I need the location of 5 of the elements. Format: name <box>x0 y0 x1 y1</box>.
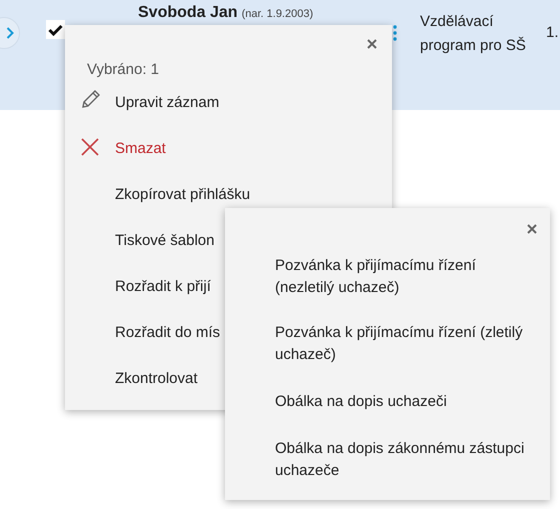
program-cell-text: Vzdělávací program pro SŠ <box>420 12 527 56</box>
applicant-name: Svoboda Jan <box>138 3 238 23</box>
table-cell-text: 1. <box>546 23 559 43</box>
birth-date: (nar. 1.9.2003) <box>242 7 314 22</box>
selection-count: Vybráno: 1 <box>87 60 159 80</box>
